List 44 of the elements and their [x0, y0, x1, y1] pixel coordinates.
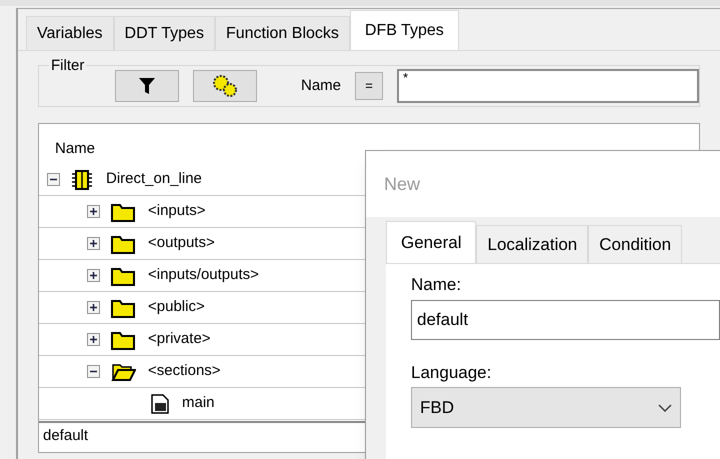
tab[interactable]: Variables: [26, 16, 114, 50]
expand-toggle-icon[interactable]: [87, 333, 100, 346]
tab[interactable]: General: [386, 221, 476, 263]
tree-item[interactable]: Direct_on_line: [106, 168, 202, 191]
chip-icon: [70, 168, 94, 190]
tab[interactable]: Function Blocks: [214, 16, 350, 50]
fbd-document-icon: [150, 394, 170, 414]
tree-item[interactable]: <outputs>: [148, 232, 215, 255]
chevron-down-icon: [658, 404, 672, 412]
tree-item[interactable]: <private>: [148, 328, 211, 351]
collapse-toggle-icon[interactable]: [87, 365, 100, 378]
funnel-icon: [138, 76, 156, 96]
dialog-title: New: [384, 172, 420, 196]
gears-button[interactable]: [193, 70, 257, 102]
folder-icon: [110, 202, 136, 222]
expand-toggle-icon[interactable]: [87, 237, 100, 250]
tree-item[interactable]: <inputs/outputs>: [148, 264, 259, 287]
tree-item[interactable]: main: [182, 392, 215, 415]
folder-icon: [110, 298, 136, 318]
collapse-toggle-icon[interactable]: [47, 173, 60, 186]
tree-item[interactable]: <sections>: [148, 360, 221, 383]
folder-icon: [110, 266, 136, 286]
filter-button[interactable]: [115, 70, 179, 102]
language-dropdown[interactable]: FBD: [411, 387, 681, 428]
expand-toggle-icon[interactable]: [87, 269, 100, 282]
expand-toggle-icon[interactable]: [87, 301, 100, 314]
tab[interactable]: DDT Types: [114, 16, 215, 50]
tree-item[interactable]: <inputs>: [148, 200, 206, 223]
column-header[interactable]: Name: [55, 138, 96, 160]
language-label: Language:: [411, 362, 492, 384]
tab[interactable]: Condition: [588, 225, 682, 263]
name-filter-field[interactable]: *: [397, 69, 699, 103]
name-label: Name:: [411, 274, 462, 296]
operator-button[interactable]: =: [355, 72, 384, 100]
expand-toggle-icon[interactable]: [87, 205, 100, 218]
tree-item[interactable]: <public>: [148, 296, 205, 319]
tab[interactable]: Localization: [476, 225, 588, 263]
name-field[interactable]: default: [411, 300, 720, 340]
folder-icon: [110, 234, 136, 254]
gears-icon: [211, 74, 239, 98]
tab[interactable]: DFB Types: [350, 10, 459, 50]
open-folder-icon: [110, 362, 136, 382]
folder-icon: [110, 330, 136, 350]
name-label: Name: [301, 76, 342, 96]
